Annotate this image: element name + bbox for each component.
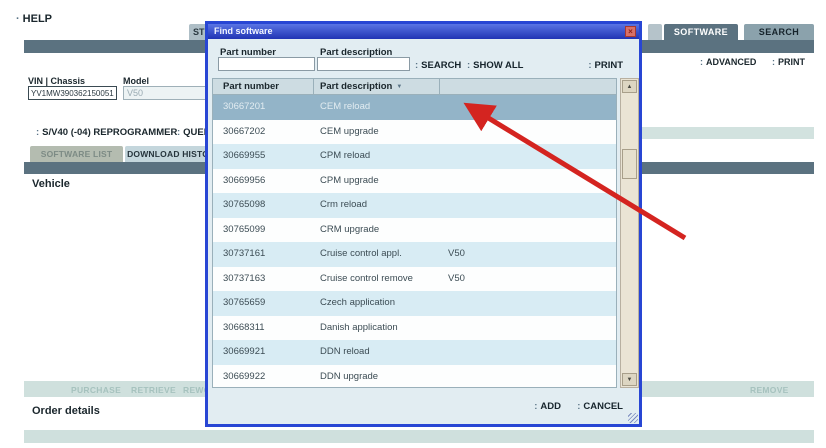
show-all-button[interactable]: :SHOW ALL <box>467 60 523 71</box>
cell-desc: Czech application <box>313 291 440 316</box>
table-row[interactable]: 30669922DDN upgrade <box>213 365 616 388</box>
dialog-table-body: 30667201CEM reload30667202CEM upgrade306… <box>213 95 616 387</box>
close-icon[interactable]: × <box>625 26 636 37</box>
cell-part: 30668311 <box>213 316 313 341</box>
cell-desc: CRM upgrade <box>313 218 440 243</box>
bullet-icon: · <box>16 13 20 25</box>
cell-desc: Cruise control appl. <box>313 242 440 267</box>
cell-desc: DDN upgrade <box>313 365 440 388</box>
cell-desc: Cruise control remove <box>313 267 440 292</box>
cell-part: 30669921 <box>213 340 313 365</box>
cell-desc: DDN reload <box>313 340 440 365</box>
print-button-dialog[interactable]: :PRINT <box>588 60 623 71</box>
cell-part: 30669956 <box>213 169 313 194</box>
column-header-empty <box>439 79 616 95</box>
cell-part: 30765659 <box>213 291 313 316</box>
cell-desc: CEM reload <box>313 95 440 120</box>
cell-part: 30765098 <box>213 193 313 218</box>
footer-band <box>24 430 814 443</box>
column-header-part-number[interactable]: Part number <box>213 79 313 95</box>
cell-part: 30737163 <box>213 267 313 292</box>
cell-part: 30669922 <box>213 365 313 388</box>
search-button[interactable]: :SEARCH <box>415 60 461 71</box>
vin-input[interactable] <box>28 86 117 100</box>
cell-model <box>440 169 616 194</box>
cell-model: V50 <box>440 267 616 292</box>
scroll-up-icon[interactable]: ▲ <box>622 80 637 93</box>
cell-part: 30765099 <box>213 218 313 243</box>
cell-desc: Crm reload <box>313 193 440 218</box>
tab-software[interactable]: SOFTWARE <box>664 24 738 40</box>
scrollbar-thumb[interactable] <box>622 149 637 179</box>
cell-desc: CPM reload <box>313 144 440 169</box>
add-button[interactable]: :ADD <box>534 401 561 412</box>
table-row[interactable]: 30668311Danish application <box>213 316 616 341</box>
cell-part: 30737161 <box>213 242 313 267</box>
cell-model <box>440 340 616 365</box>
tab-fragment <box>648 24 662 40</box>
cell-part: 30667201 <box>213 95 313 120</box>
cell-desc: CEM upgrade <box>313 120 440 145</box>
table-row[interactable]: 30765098Crm reload <box>213 193 616 218</box>
vehicle-heading: Vehicle <box>32 178 70 190</box>
cell-model <box>440 95 616 120</box>
table-row[interactable]: 30737163Cruise control removeV50 <box>213 267 616 292</box>
help-label: HELP <box>23 13 52 25</box>
cancel-button[interactable]: :CANCEL <box>577 401 623 412</box>
table-scrollbar[interactable]: ▲ ▼ <box>620 78 639 388</box>
resize-handle-icon[interactable] <box>628 413 638 423</box>
cell-desc: CPM upgrade <box>313 169 440 194</box>
sort-icon: ▼ <box>396 84 402 90</box>
help-link[interactable]: ·HELP <box>16 13 52 25</box>
table-row[interactable]: 30737161Cruise control appl.V50 <box>213 242 616 267</box>
cell-model <box>440 365 616 388</box>
purchase-button[interactable]: PURCHASE <box>71 385 121 395</box>
tab-software-list[interactable]: SOFTWARE LIST <box>30 146 123 163</box>
advanced-button[interactable]: :ADVANCED <box>700 57 756 67</box>
table-header: Part number Part description▼ <box>213 79 616 95</box>
part-description-input[interactable] <box>317 57 410 71</box>
cell-model <box>440 144 616 169</box>
scroll-down-icon[interactable]: ▼ <box>622 373 637 386</box>
dialog-title[interactable]: Find software <box>208 24 639 39</box>
cell-model <box>440 193 616 218</box>
table-row[interactable]: 30765099CRM upgrade <box>213 218 616 243</box>
model-label: Model <box>123 76 149 86</box>
print-button-page[interactable]: :PRINT <box>772 57 805 67</box>
software-table: Part number Part description▼ 30667201CE… <box>212 78 617 388</box>
cell-model <box>440 291 616 316</box>
reprogrammer-button[interactable]: :S/V40 (-04) REPROGRAMMER <box>36 127 177 138</box>
tab-search[interactable]: SEARCH <box>744 24 814 40</box>
cell-model <box>440 316 616 341</box>
vin-chassis-label: VIN | Chassis <box>28 76 85 86</box>
cell-part: 30669955 <box>213 144 313 169</box>
cell-part: 30667202 <box>213 120 313 145</box>
section-band-right <box>640 127 814 139</box>
retrieve-button[interactable]: RETRIEVE <box>131 385 176 395</box>
app-window: ·HELP ST SOFTWARE SEARCH :ADVANCED :PRIN… <box>0 0 826 448</box>
table-row[interactable]: 30667202CEM upgrade <box>213 120 616 145</box>
cell-model: V50 <box>440 242 616 267</box>
remove-button[interactable]: REMOVE <box>750 385 789 395</box>
table-row[interactable]: 30669921DDN reload <box>213 340 616 365</box>
cell-desc: Danish application <box>313 316 440 341</box>
table-row[interactable]: 30765659Czech application <box>213 291 616 316</box>
table-row[interactable]: 30669955CPM reload <box>213 144 616 169</box>
cell-model <box>440 218 616 243</box>
find-software-dialog: Find software × Part number Part descrip… <box>205 21 642 427</box>
order-details-heading: Order details <box>32 405 100 417</box>
table-row[interactable]: 30667201CEM reload <box>213 95 616 120</box>
part-number-input[interactable] <box>218 57 315 71</box>
cell-model <box>440 120 616 145</box>
table-row[interactable]: 30669956CPM upgrade <box>213 169 616 194</box>
column-header-part-description[interactable]: Part description▼ <box>313 79 439 95</box>
model-input[interactable] <box>123 86 207 100</box>
